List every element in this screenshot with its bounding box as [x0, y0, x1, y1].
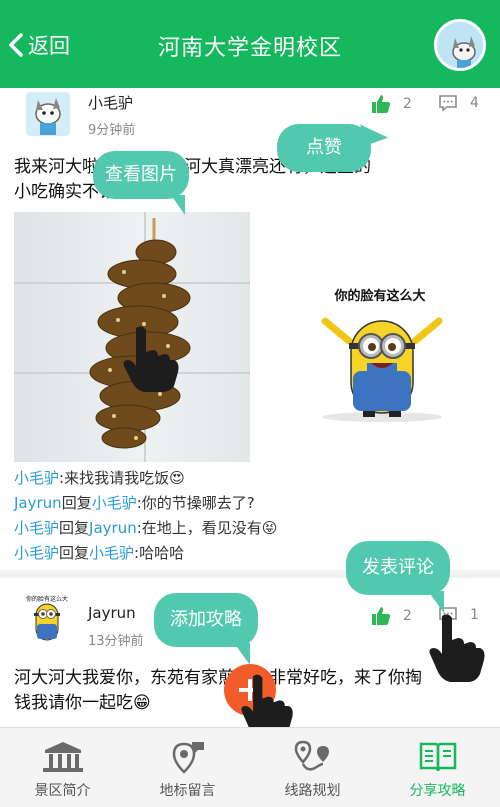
nav-scenic-intro[interactable]: 景区简介 [0, 728, 125, 807]
post-1: 小毛驴 9分钟前 2 4 我来河大啦，欢迎我！河大真漂亮还有，这里的 小吃确实不… [0, 0, 500, 578]
post-username[interactable]: 小毛驴 [88, 92, 133, 113]
tooltip-label: 查看图片 [105, 164, 177, 185]
tap-hand-icon [429, 614, 485, 682]
tooltip-label: 点赞 [306, 137, 342, 158]
share-book-icon [419, 742, 456, 772]
comment-count: 4 [470, 95, 479, 111]
comment-text: :你的节操哪去了? [136, 494, 255, 512]
minion-sticker: 你的脸有这么大 [305, 285, 455, 435]
comment-user-link[interactable]: 小毛驴 [14, 519, 59, 537]
tooltip-label: 添加攻略 [170, 609, 242, 630]
comment-row[interactable]: Jayrun回复小毛驴:你的节操哪去了? [14, 491, 484, 516]
tooltip-label: 发表评论 [362, 557, 434, 578]
post-username[interactable]: Jayrun [88, 604, 136, 622]
comment-user-link[interactable]: 小毛驴 [14, 469, 59, 487]
reply-word: 回复 [61, 494, 92, 512]
tooltip-like: 点赞 [277, 116, 389, 172]
thumbs-up-icon [372, 607, 390, 625]
comment-user-link[interactable]: 小毛驴 [14, 544, 59, 562]
post-author-avatar[interactable] [20, 88, 74, 142]
nav-label: 地标留言 [159, 783, 216, 799]
comment-row[interactable]: 小毛驴回复Jayrun:在地上，看见没有😝 [14, 516, 484, 541]
post-photo[interactable] [14, 212, 250, 462]
reply-word: 回复 [59, 519, 90, 537]
tooltip-comment: 发表评论 [346, 541, 450, 613]
comment-row[interactable]: 小毛驴:来找我请我吃饭😍 [14, 466, 484, 491]
comment-target-link[interactable]: Jayrun [89, 519, 137, 537]
tap-hand-icon [123, 326, 179, 392]
comment-button[interactable]: 4 [438, 94, 479, 112]
scenic-building-icon [42, 742, 83, 772]
nav-share-guide[interactable]: 分享攻略 [375, 728, 500, 807]
post-time: 13分钟前 [88, 634, 144, 649]
post-author-avatar[interactable]: 你的脸有这么大 [20, 592, 74, 646]
minion-avatar-icon: 你的脸有这么大 [26, 595, 68, 641]
like-count: 2 [403, 96, 412, 112]
heart-eyes-emoji: 😍 [169, 469, 185, 487]
comment-text: :来找我请我吃饭 [59, 469, 170, 487]
comment-target-link[interactable]: 小毛驴 [89, 544, 134, 562]
tongue-emoji: 😝 [261, 519, 278, 537]
comment-target-link[interactable]: 小毛驴 [92, 494, 137, 512]
tooltip-add-guide: 添加攻略 [154, 593, 258, 665]
bottom-nav: 景区简介 地标留言 线路规划 分享攻略 [0, 727, 500, 807]
post-text-line: 我来河大啦，欢迎我！河大真漂亮还有，这里的 [14, 157, 371, 177]
comment-text: :在地上，看见没有 [136, 519, 262, 537]
minion-icon [321, 317, 443, 422]
svg-text:你的脸有这么大: 你的脸有这么大 [26, 595, 68, 603]
like-button[interactable]: 2 [371, 606, 412, 626]
tooltip-view-image: 查看图片 [93, 151, 189, 215]
nav-label: 景区简介 [34, 783, 91, 799]
grin-emoji: 😁 [133, 693, 151, 713]
nav-route-planning[interactable]: 线路规划 [250, 728, 375, 807]
like-count: 2 [403, 608, 412, 624]
post-body: 我来河大啦，欢迎我！河大真漂亮还有，这里的 小吃确实不错 [14, 155, 488, 205]
post-text-line: 钱我请你一起吃 [14, 693, 133, 713]
comment-user-link[interactable]: Jayrun [14, 494, 62, 512]
route-icon [294, 740, 329, 771]
thumbs-up-icon [372, 95, 390, 113]
reply-word: 回复 [59, 544, 90, 562]
like-button[interactable]: 2 [371, 94, 412, 114]
comment-bubble-icon [439, 95, 457, 112]
nav-label: 线路规划 [284, 783, 341, 799]
comment-text: :哈哈哈 [134, 544, 185, 562]
donkey-avatar-icon [26, 92, 70, 136]
nav-landmark-message[interactable]: 地标留言 [125, 728, 250, 807]
post-time: 9分钟前 [88, 123, 136, 138]
landmark-pin-icon [172, 742, 204, 774]
post-text-line: 小吃确实不错 [14, 182, 116, 202]
nav-label: 分享攻略 [409, 783, 466, 799]
